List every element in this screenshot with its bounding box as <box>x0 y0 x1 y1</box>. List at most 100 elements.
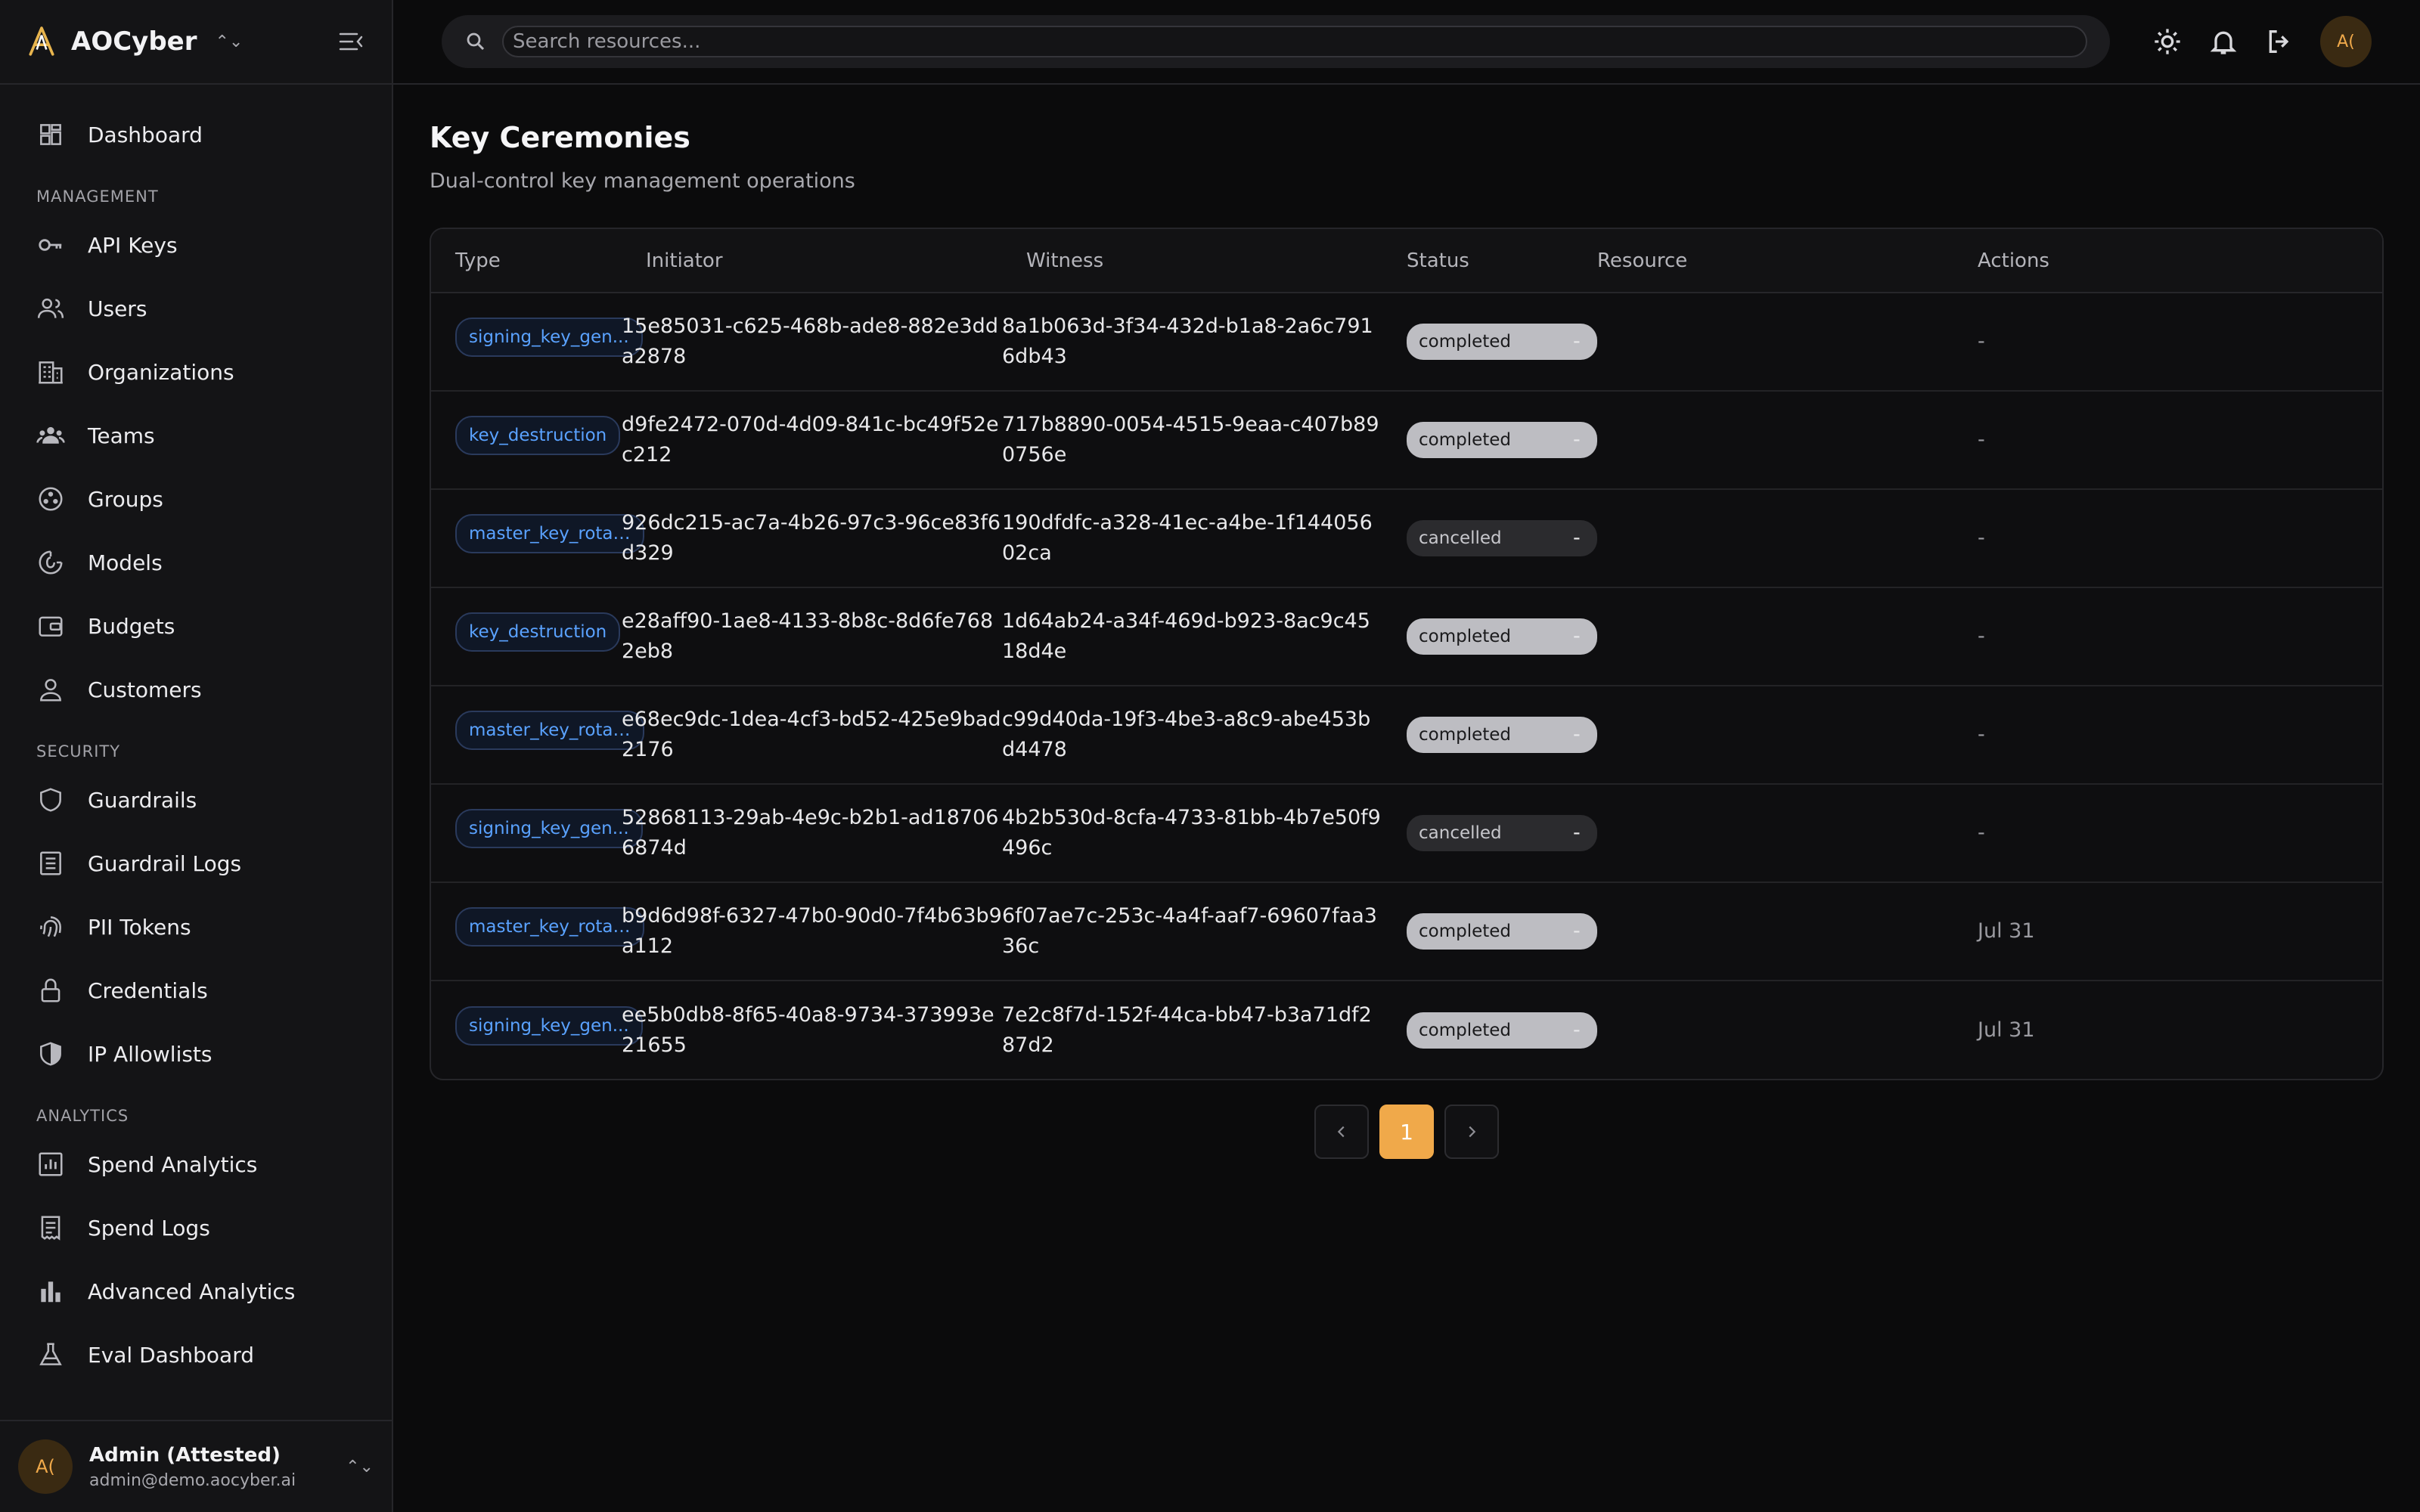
sidebar-item-users[interactable]: Users <box>0 277 392 340</box>
type-badge: key_destruction <box>455 612 621 652</box>
prev-page-button[interactable] <box>1314 1105 1369 1159</box>
actions-cell: - <box>1953 391 2382 490</box>
sidebar-item-budgets[interactable]: Budgets <box>0 594 392 658</box>
table-row[interactable]: signing_key_gen... 52868113-29ab-4e9c-b2… <box>431 784 2382 883</box>
page-subtitle: Dual-control key management operations <box>430 169 855 193</box>
status-badge: completed <box>1407 913 1597 950</box>
sidebar-item-label: Teams <box>88 423 155 448</box>
type-badge: signing_key_gen... <box>455 1005 643 1046</box>
status-badge: completed <box>1407 1012 1597 1049</box>
section-label-management: MANAGEMENT <box>36 187 159 206</box>
bar-chart-icon <box>41 1281 60 1303</box>
actions-cell: - <box>1953 587 2382 686</box>
chevron-left-icon <box>1337 1126 1345 1138</box>
type-badge: key_destruction <box>455 416 621 455</box>
fingerprint-icon <box>40 916 61 937</box>
column-header[interactable]: Actions <box>1953 229 2382 293</box>
resource-cell: - <box>1573 391 1953 490</box>
resource-cell: - <box>1573 882 1953 981</box>
sidebar-item-guardrail-logs[interactable]: Guardrail Logs <box>0 832 392 895</box>
sidebar-item-label: Groups <box>88 486 163 512</box>
initiator-cell: e68ec9dc-1dea-4cf3-bd52-425e9bad2176 <box>622 686 1002 785</box>
sidebar-item-label: Customers <box>88 677 202 702</box>
table-row[interactable]: master_key_rotat... 926dc215-ac7a-4b26-9… <box>431 489 2382 588</box>
initiator-cell: 52868113-29ab-4e9c-b2b1-ad187066874d <box>622 784 1002 883</box>
sidebar-item-label: Dashboard <box>88 122 203 147</box>
witness-cell: 6f07ae7c-253c-4a4f-aaf7-69607faa336c <box>1002 882 1382 981</box>
sidebar-item-models[interactable]: Models <box>0 531 392 594</box>
search-icon <box>467 33 485 51</box>
log-icon <box>40 851 61 875</box>
collapse-sidebar-icon[interactable] <box>336 26 366 57</box>
column-header[interactable]: Status <box>1382 229 1573 293</box>
sidebar-item-customers[interactable]: Customers <box>0 658 392 721</box>
table-header: Type Initiator Witness Status Resource A… <box>431 229 2382 293</box>
avatar[interactable]: A( <box>2320 16 2372 67</box>
witness-cell: c99d40da-19f3-4be3-a8c9-abe453bd4478 <box>1002 686 1382 785</box>
theme-toggle-icon[interactable] <box>2152 26 2183 57</box>
sidebar-item-api-keys[interactable]: API Keys <box>0 213 392 277</box>
user-menu[interactable]: A( Admin (Attested) admin@demo.aocyber.a… <box>0 1420 392 1512</box>
shield-half-icon <box>40 1042 61 1066</box>
sidebar-item-teams[interactable]: Teams <box>0 404 392 467</box>
team-icon <box>36 426 65 444</box>
sidebar-nav: Dashboard MANAGEMENT API Keys Users Orga… <box>0 85 392 1387</box>
initiator-cell: 926dc215-ac7a-4b26-97c3-96ce83f6d329 <box>622 489 1002 588</box>
resource-cell: - <box>1573 489 1953 588</box>
table-row[interactable]: master_key_rotat... e68ec9dc-1dea-4cf3-b… <box>431 686 2382 785</box>
table-row[interactable]: master_key_rotat... b9d6d98f-6327-47b0-9… <box>431 882 2382 981</box>
user-name: Admin (Attested) <box>89 1443 281 1467</box>
chevron-right-icon <box>1469 1126 1476 1138</box>
key-icon <box>39 239 62 251</box>
sidebar-item-spend-logs[interactable]: Spend Logs <box>0 1196 392 1259</box>
sidebar-item-guardrails[interactable]: Guardrails <box>0 768 392 832</box>
sidebar-item-label: Guardrails <box>88 787 197 813</box>
sidebar-item-ip-allowlists[interactable]: IP Allowlists <box>0 1022 392 1086</box>
chevron-up-down-icon[interactable]: ⌃⌄ <box>346 1458 374 1476</box>
sidebar-item-label: Spend Analytics <box>88 1151 258 1177</box>
sidebar-item-dashboard[interactable]: Dashboard <box>0 103 392 166</box>
resource-cell: - <box>1573 293 1953 392</box>
sidebar-item-credentials[interactable]: Credentials <box>0 959 392 1022</box>
sidebar-item-label: Budgets <box>88 613 175 639</box>
sidebar-item-spend-analytics[interactable]: Spend Analytics <box>0 1132 392 1196</box>
topbar: A( <box>393 0 2420 85</box>
search-input[interactable] <box>502 26 2087 57</box>
next-page-button[interactable] <box>1444 1105 1499 1159</box>
actions-cell: - <box>1953 784 2382 883</box>
logout-icon[interactable] <box>2264 26 2294 57</box>
person-icon <box>40 679 61 702</box>
sidebar-item-eval-dashboard[interactable]: Eval Dashboard <box>0 1323 392 1387</box>
witness-cell: 7e2c8f7d-152f-44ca-bb47-b3a71df287d2 <box>1002 1002 1372 1057</box>
column-header[interactable]: Type <box>431 229 622 293</box>
sidebar-item-organizations[interactable]: Organizations <box>0 340 392 404</box>
column-header[interactable]: Resource <box>1573 229 1953 293</box>
witness-cell: 717b8890-0054-4515-9eaa-c407b890756e <box>1002 391 1382 490</box>
sidebar: AOCyber ⌃⌄ Dashboard MANAGEMENT API Keys… <box>0 0 393 1512</box>
bell-icon[interactable] <box>2208 26 2238 57</box>
column-header[interactable]: Witness <box>1002 229 1382 293</box>
brand-header: AOCyber ⌃⌄ <box>0 0 392 85</box>
sidebar-item-advanced-analytics[interactable]: Advanced Analytics <box>0 1259 392 1323</box>
dashboard-icon <box>40 124 61 145</box>
page-button[interactable]: 1 <box>1379 1105 1434 1159</box>
initiator-cell: 15e85031-c625-468b-ade8-882e3dda2878 <box>622 293 1002 392</box>
chart-icon <box>39 1152 63 1176</box>
table-row[interactable]: key_destruction e28aff90-1ae8-4133-8b8c-… <box>431 587 2382 686</box>
sidebar-item-pii-tokens[interactable]: PII Tokens <box>0 895 392 959</box>
sidebar-item-groups[interactable]: Groups <box>0 467 392 531</box>
table-row[interactable]: signing_key_gen... 15e85031-c625-468b-ad… <box>431 293 2382 392</box>
groups-icon <box>39 487 63 511</box>
table-row[interactable]: key_destruction d9fe2472-070d-4d09-841c-… <box>431 391 2382 490</box>
org-switcher-icon[interactable]: ⌃⌄ <box>216 33 244 51</box>
actions-cell: Jul 31 <box>1953 882 2382 981</box>
table-row[interactable]: signing_key_gen... ee5b0db8-8f65-40a8-97… <box>431 981 2382 1079</box>
sidebar-item-label: Models <box>88 550 163 575</box>
brand-name: AOCyber <box>71 26 197 57</box>
resource-cell: - <box>1573 1018 1581 1042</box>
flask-icon <box>39 1343 62 1365</box>
top-actions: A( <box>2152 16 2372 67</box>
resource-cell: - <box>1573 587 1953 686</box>
column-header[interactable]: Initiator <box>622 229 1002 293</box>
sidebar-item-label: Advanced Analytics <box>88 1278 296 1304</box>
